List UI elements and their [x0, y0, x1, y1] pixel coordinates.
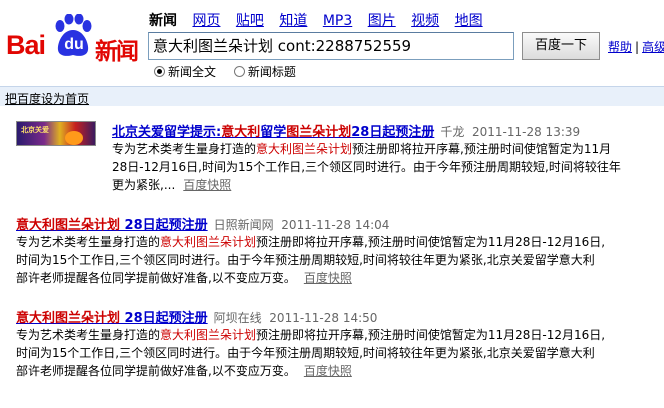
nav-item-tieba[interactable]: 贴吧 [236, 13, 264, 29]
result-snippet: 专为艺术类考生量身打造的意大利图兰朵计划预注册即将拉开序幕,预注册时间使馆暂定为… [16, 328, 606, 378]
search-input[interactable]: 意大利图兰朵计划 cont:2288752559 [148, 32, 514, 60]
logo-news-text: 新闻 [95, 39, 139, 65]
nav-item-map[interactable]: 地图 [455, 13, 483, 29]
logo-bai-text: Bai [6, 30, 46, 60]
advanced-link[interactable]: 高级 [642, 40, 664, 54]
help-link[interactable]: 帮助 [608, 40, 632, 54]
result-source: 日照新闻网 2011-11-28 14:04 [213, 218, 390, 232]
set-homepage-link[interactable]: 把百度设为首页 [5, 90, 89, 107]
set-homepage-bar: 把百度设为首页 [0, 86, 664, 106]
nav-item-images[interactable]: 图片 [368, 13, 396, 29]
result-snippet: 专为艺术类考生量身打造的意大利图兰朵计划预注册即将拉开序幕,预注册时间使馆暂定为… [112, 142, 621, 192]
search-scope-options: 新闻全文 新闻标题 [154, 63, 310, 80]
snapshot-link[interactable]: 百度快照 [304, 364, 352, 378]
news-result-1: 北京关爱留学提示:意大利留学图兰朵计划28日起预注册 千龙 2011-11-28 … [112, 121, 664, 194]
nav-item-news: 新闻 [149, 13, 177, 29]
option-title-only[interactable]: 新闻标题 [233, 65, 296, 79]
radio-unchecked-icon[interactable] [233, 66, 245, 77]
nav-item-video[interactable]: 视频 [411, 13, 439, 29]
result-snippet: 专为艺术类考生量身打造的意大利图兰朵计划预注册即将拉开序幕,预注册时间使馆暂定为… [16, 235, 606, 285]
nav-item-zhidao[interactable]: 知道 [279, 13, 307, 29]
result-title-link[interactable]: 意大利图兰朵计划 28日起预注册 [16, 311, 208, 326]
search-button[interactable]: 百度一下 [522, 32, 600, 60]
result-title-link[interactable]: 意大利图兰朵计划 28日起预注册 [16, 218, 208, 233]
option-full-text[interactable]: 新闻全文 [154, 65, 216, 79]
snapshot-link[interactable]: 百度快照 [183, 178, 231, 192]
baidu-news-logo[interactable]: Bai du 新闻 [4, 12, 142, 65]
result-title-link[interactable]: 北京关爱留学提示:意大利留学图兰朵计划28日起预注册 [112, 125, 434, 140]
news-result-2: 意大利图兰朵计划 28日起预注册 日照新闻网 2011-11-28 14:04 专… [16, 214, 664, 287]
logo-du-text: du [64, 36, 84, 53]
news-result-3: 意大利图兰朵计划 28日起预注册 阿坝在线 2011-11-28 14:50 专为… [16, 307, 664, 380]
result-source: 千龙 2011-11-28 13:39 [440, 125, 581, 139]
help-links: 帮助 | 高级 [608, 38, 664, 55]
result-source: 阿坝在线 2011-11-28 14:50 [213, 311, 378, 325]
nav-item-mp3[interactable]: MP3 [323, 13, 352, 29]
radio-checked-icon[interactable] [154, 66, 165, 77]
result-thumbnail[interactable]: 北京关爱 [16, 121, 96, 146]
top-nav: 新闻 网页 贴吧 知道 MP3 图片 视频 地图 [149, 10, 494, 30]
nav-item-web[interactable]: 网页 [192, 13, 220, 29]
snapshot-link[interactable]: 百度快照 [304, 271, 352, 285]
